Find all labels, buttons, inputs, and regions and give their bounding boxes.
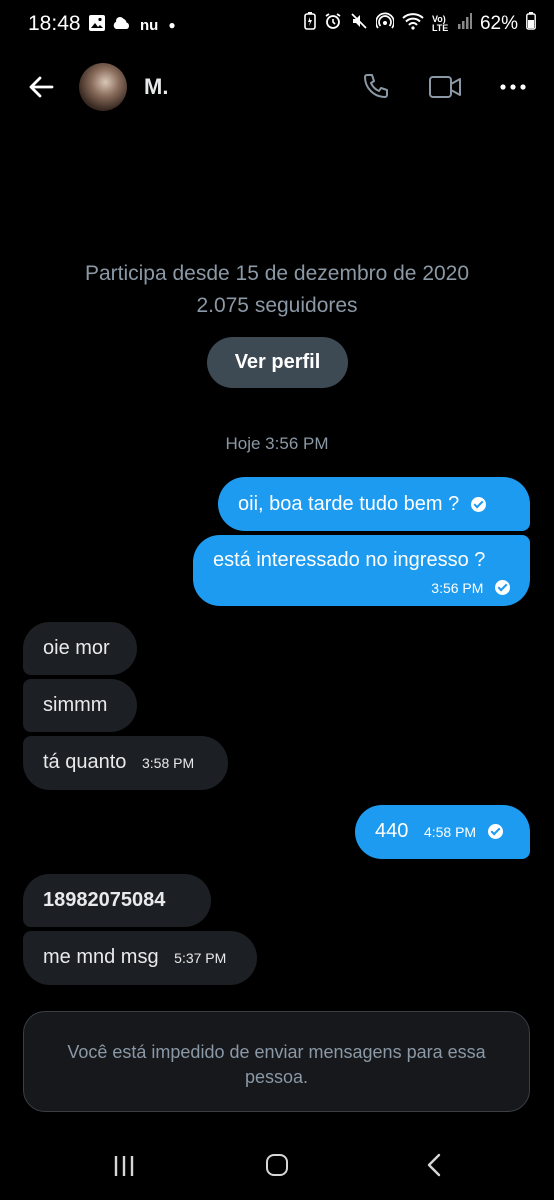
nav-back-icon[interactable] [426, 1153, 442, 1182]
status-right-icons: Vo) LTE 62% [304, 12, 536, 36]
message-time: 3:58 PM [141, 755, 195, 771]
message-bubble-in[interactable]: tá quanto 3:58 PM [23, 736, 228, 790]
read-check-icon [495, 580, 510, 596]
weather-icon [112, 15, 134, 35]
message-text: 440 [375, 820, 409, 842]
blocked-notice: Você está impedido de enviar mensagens p… [23, 1011, 530, 1112]
message-text: me mnd msg [43, 946, 159, 968]
read-check-icon [487, 824, 503, 840]
status-left-icons: nu ● [88, 14, 176, 36]
message-text: está interessado no ingresso ? [213, 549, 486, 571]
message-text: oie mor [43, 637, 110, 659]
message-bubble-out[interactable]: oii, boa tarde tudo bem ? [218, 477, 530, 531]
recent-apps-icon[interactable] [113, 1155, 135, 1182]
message-time: 5:37 PM [174, 950, 227, 966]
message-bubble-in[interactable]: 18982075084 [23, 874, 211, 927]
message-bubble-in[interactable]: oie mor [23, 622, 137, 675]
battery-level: 62% [479, 13, 518, 34]
message-time: 3:56 PM [431, 580, 484, 596]
dot-icon: ● [168, 18, 176, 32]
message-bubble-in[interactable]: me mnd msg 5:37 PM [23, 931, 257, 985]
battery-icon [526, 12, 536, 36]
message-text: tá quanto [43, 751, 127, 773]
joined-date: Participa desde 15 de dezembro de 2020 [84, 262, 470, 285]
message-text: 18982075084 [43, 889, 166, 911]
volte-icon: Vo) LTE [431, 14, 449, 33]
home-icon[interactable] [266, 1154, 288, 1176]
phone-icon[interactable] [360, 72, 390, 107]
message-time: 4:58 PM [423, 824, 477, 840]
conversation-name[interactable]: M. [144, 74, 168, 100]
signal-icon [457, 13, 472, 35]
mute-icon [350, 12, 368, 36]
alarm-icon [324, 12, 342, 36]
message-bubble-in[interactable]: simmm [23, 679, 137, 732]
view-profile-button[interactable]: Ver perfil [207, 337, 348, 388]
battery-saver-icon [304, 12, 316, 36]
wifi-icon [402, 12, 424, 36]
more-options-icon[interactable] [498, 72, 528, 107]
hotspot-icon [375, 12, 395, 36]
message-bubble-out[interactable]: está interessado no ingresso ? 3:56 PM [193, 535, 530, 606]
message-text: simmm [43, 694, 108, 716]
message-text: oii, boa tarde tudo bem ? [238, 493, 460, 515]
avatar[interactable] [79, 63, 127, 111]
read-check-icon [470, 497, 486, 513]
date-separator: Hoje 3:56 PM [225, 434, 329, 453]
status-time: 18:48 [28, 12, 81, 35]
message-bubble-out[interactable]: 440 4:58 PM [355, 805, 530, 859]
followers-count: 2.075 seguidores [196, 294, 358, 317]
gallery-icon [88, 14, 106, 36]
video-call-icon[interactable] [428, 74, 462, 105]
nubank-icon: nu [140, 16, 159, 34]
back-arrow-icon[interactable] [26, 72, 56, 102]
